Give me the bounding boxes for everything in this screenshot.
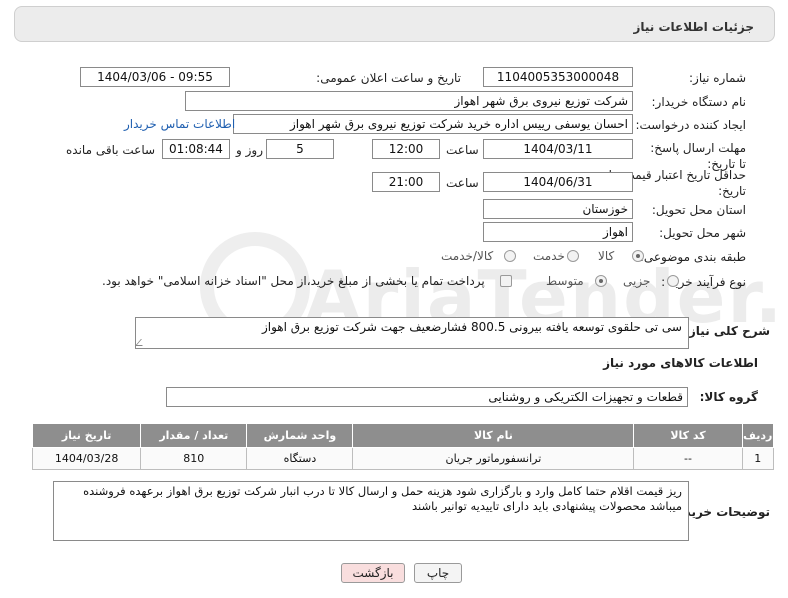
category-option-service: خدمت — [533, 249, 565, 263]
cell-unit: دستگاه — [246, 447, 354, 470]
category-label: طبقه بندی موضوعی: — [639, 250, 746, 264]
resize-handle-icon[interactable] — [135, 339, 148, 346]
buyer-notes-text: ریز قیمت اقلام حتما کامل وارد و بارگزاری… — [83, 484, 682, 513]
goods-info-title: اطلاعات کالاهای مورد نیاز — [603, 356, 758, 370]
process-option-minor: جزیی — [623, 274, 651, 288]
creator-field: احسان یوسفی رییس اداره خرید شرکت توزیع ن… — [233, 114, 633, 134]
category-radio-service[interactable] — [567, 250, 579, 262]
print-button[interactable]: چاپ — [414, 563, 462, 583]
description-label: شرح کلی نیاز: — [684, 324, 770, 338]
city-field: اهواز — [483, 222, 633, 242]
announce-label: تاریخ و ساعت اعلان عمومی: — [316, 71, 461, 85]
col-code: کد کالا — [633, 423, 743, 448]
validity-date-field: 1404/06/31 — [483, 172, 633, 192]
payment-note: پرداخت تمام یا بخشی از مبلغ خرید،از محل … — [102, 274, 485, 288]
category-option-both: کالا/خدمت — [441, 249, 494, 263]
deadline-date-field: 1404/03/11 — [483, 139, 633, 159]
col-date: تاریخ نیاز — [31, 423, 142, 448]
remaining-label: ساعت باقی مانده — [66, 143, 156, 157]
table-header-row: ردیف کد کالا نام کالا واحد شمارش تعداد /… — [31, 423, 775, 448]
deadline-time-label: ساعت — [446, 143, 479, 157]
buyer-field: شرکت توزیع نیروی برق شهر اهواز — [185, 91, 633, 111]
buyer-label: نام دستگاه خریدار: — [651, 95, 747, 109]
province-label: استان محل تحویل: — [651, 203, 746, 217]
deadline-time-field: 12:00 — [372, 139, 440, 159]
remaining-time-field: 01:08:44 — [162, 139, 230, 159]
cell-code: -- — [633, 447, 743, 470]
category-radio-both[interactable] — [504, 250, 516, 262]
announce-field: 1404/03/06 - 09:55 — [80, 67, 230, 87]
creator-label: ایجاد کننده درخواست: — [635, 118, 746, 132]
cell-date: 1404/03/28 — [31, 447, 142, 470]
category-radio-goods[interactable] — [632, 250, 644, 262]
cell-row: 1 — [741, 447, 775, 470]
buyer-notes-textarea[interactable]: ریز قیمت اقلام حتما کامل وارد و بارگزاری… — [53, 481, 689, 541]
col-row: ردیف — [741, 423, 775, 448]
col-quantity: تعداد / مقدار — [140, 423, 248, 448]
goods-group-field: قطعات و تجهیزات الکتریکی و روشنایی — [166, 387, 688, 407]
payment-checkbox[interactable] — [500, 275, 512, 287]
goods-group-label: گروه کالا: — [699, 390, 758, 404]
cell-name: ترانسفورماتور جریان — [352, 447, 635, 470]
description-text: سی تی حلقوی توسعه یافته بیرونی 800.5 فشا… — [261, 320, 682, 334]
table-row: 1 -- ترانسفورماتور جریان دستگاه 810 1404… — [31, 447, 775, 470]
description-textarea[interactable]: سی تی حلقوی توسعه یافته بیرونی 800.5 فشا… — [135, 317, 689, 349]
days-field: 5 — [266, 139, 334, 159]
process-option-medium: متوسط — [546, 274, 584, 288]
cell-quantity: 810 — [140, 447, 248, 470]
col-unit: واحد شمارش — [246, 423, 354, 448]
process-radio-minor[interactable] — [667, 275, 679, 287]
province-field: خوزستان — [483, 199, 633, 219]
need-number-label: شماره نیاز: — [689, 71, 746, 85]
page-title: جزئیات اطلاعات نیاز — [633, 20, 754, 34]
city-label: شهر محل تحویل: — [659, 226, 746, 240]
goods-table: ردیف کد کالا نام کالا واحد شمارش تعداد /… — [31, 423, 775, 470]
need-number-field: 1104005353000048 — [483, 67, 633, 87]
days-label: روز و — [236, 143, 263, 157]
back-button[interactable]: بازگشت — [341, 563, 405, 583]
col-name: نام کالا — [352, 423, 635, 448]
process-radio-medium[interactable] — [595, 275, 607, 287]
validity-time-field: 21:00 — [372, 172, 440, 192]
validity-time-label: ساعت — [446, 176, 479, 190]
category-option-goods: کالا — [598, 249, 615, 263]
contact-info-link[interactable]: اطلاعات تماس خریدار — [124, 117, 235, 131]
